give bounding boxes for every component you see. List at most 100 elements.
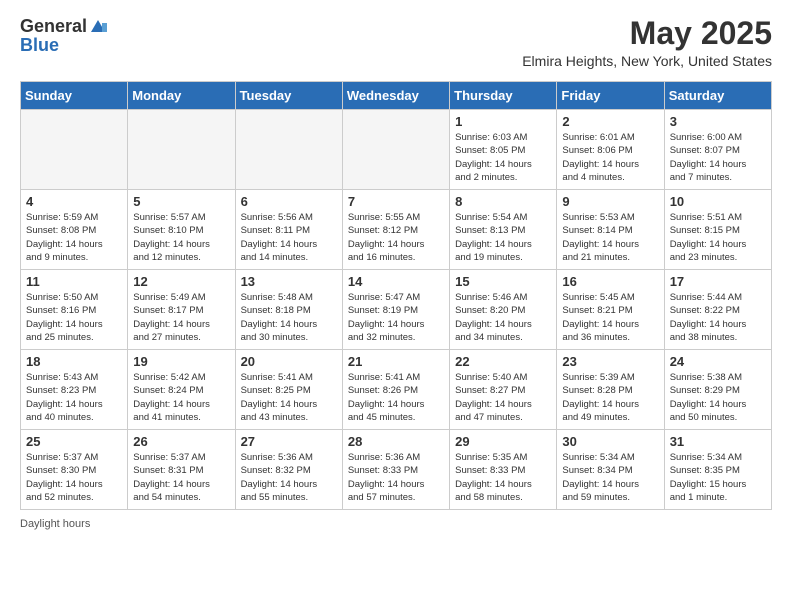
day-info: Sunrise: 5:54 AM Sunset: 8:13 PM Dayligh… xyxy=(455,211,551,264)
logo: General Blue xyxy=(20,16,107,56)
calendar-day-cell: 15Sunrise: 5:46 AM Sunset: 8:20 PM Dayli… xyxy=(450,270,557,350)
day-info: Sunrise: 6:01 AM Sunset: 8:06 PM Dayligh… xyxy=(562,131,658,184)
calendar-day-cell: 16Sunrise: 5:45 AM Sunset: 8:21 PM Dayli… xyxy=(557,270,664,350)
day-number: 1 xyxy=(455,114,551,129)
calendar-day-cell xyxy=(21,110,128,190)
day-info: Sunrise: 5:36 AM Sunset: 8:33 PM Dayligh… xyxy=(348,451,444,504)
day-number: 27 xyxy=(241,434,337,449)
calendar-day-cell: 14 Sunrise: 5:47 AM Sunset: 8:19 PM Dayli… xyxy=(342,270,449,350)
day-number: 25 xyxy=(26,434,122,449)
day-number: 22 xyxy=(455,354,551,369)
page: General Blue May 2025 Elmira Heights, Ne… xyxy=(0,0,792,612)
day-info: Sunrise: 5:49 AM Sunset: 8:17 PM Dayligh… xyxy=(133,291,229,344)
day-number: 12 xyxy=(133,274,229,289)
day-number: 5 xyxy=(133,194,229,209)
day-info: Sunrise: 5:57 AM Sunset: 8:10 PM Dayligh… xyxy=(133,211,229,264)
day-info: Sunrise: 5:37 AM Sunset: 8:30 PM Dayligh… xyxy=(26,451,122,504)
day-number: 17 xyxy=(670,274,766,289)
day-info: Sunrise: 5:40 AM Sunset: 8:27 PM Dayligh… xyxy=(455,371,551,424)
calendar-day-cell: 23Sunrise: 5:39 AM Sunset: 8:28 PM Dayli… xyxy=(557,350,664,430)
day-number: 26 xyxy=(133,434,229,449)
calendar-day-cell: 4 Sunrise: 5:59 AM Sunset: 8:08 PM Daylig… xyxy=(21,190,128,270)
calendar-day-cell: 27Sunrise: 5:36 AM Sunset: 8:32 PM Dayli… xyxy=(235,430,342,510)
calendar-day-header: Thursday xyxy=(450,82,557,110)
footer: Daylight hours xyxy=(20,518,772,530)
day-number: 29 xyxy=(455,434,551,449)
calendar-day-cell: 26Sunrise: 5:37 AM Sunset: 8:31 PM Dayli… xyxy=(128,430,235,510)
day-info: Sunrise: 5:50 AM Sunset: 8:16 PM Dayligh… xyxy=(26,291,122,344)
day-number: 24 xyxy=(670,354,766,369)
day-number: 28 xyxy=(348,434,444,449)
calendar-day-cell: 8 Sunrise: 5:54 AM Sunset: 8:13 PM Daylig… xyxy=(450,190,557,270)
calendar-day-cell: 29Sunrise: 5:35 AM Sunset: 8:33 PM Dayli… xyxy=(450,430,557,510)
calendar-day-cell: 9 Sunrise: 5:53 AM Sunset: 8:14 PM Daylig… xyxy=(557,190,664,270)
calendar-day-cell: 20 Sunrise: 5:41 AM Sunset: 8:25 PM Dayli… xyxy=(235,350,342,430)
calendar-week-row: 25 Sunrise: 5:37 AM Sunset: 8:30 PM Dayli… xyxy=(21,430,772,510)
calendar-day-cell: 11 Sunrise: 5:50 AM Sunset: 8:16 PM Dayli… xyxy=(21,270,128,350)
calendar-day-cell xyxy=(128,110,235,190)
day-number: 7 xyxy=(348,194,444,209)
day-info: Sunrise: 5:34 AM Sunset: 8:35 PM Dayligh… xyxy=(670,451,766,504)
day-info: Sunrise: 5:43 AM Sunset: 8:23 PM Dayligh… xyxy=(26,371,122,424)
calendar-week-row: 4 Sunrise: 5:59 AM Sunset: 8:08 PM Daylig… xyxy=(21,190,772,270)
calendar-day-cell: 18 Sunrise: 5:43 AM Sunset: 8:23 PM Dayli… xyxy=(21,350,128,430)
day-number: 23 xyxy=(562,354,658,369)
day-number: 9 xyxy=(562,194,658,209)
calendar-day-cell: 1 Sunrise: 6:03 AM Sunset: 8:05 PM Daylig… xyxy=(450,110,557,190)
month-year: May 2025 xyxy=(522,16,772,51)
calendar-day-cell: 2 Sunrise: 6:01 AM Sunset: 8:06 PM Daylig… xyxy=(557,110,664,190)
day-info: Sunrise: 5:56 AM Sunset: 8:11 PM Dayligh… xyxy=(241,211,337,264)
logo-blue-text: Blue xyxy=(20,35,59,56)
day-number: 3 xyxy=(670,114,766,129)
day-info: Sunrise: 5:41 AM Sunset: 8:25 PM Dayligh… xyxy=(241,371,337,424)
day-info: Sunrise: 5:48 AM Sunset: 8:18 PM Dayligh… xyxy=(241,291,337,344)
day-info: Sunrise: 6:00 AM Sunset: 8:07 PM Dayligh… xyxy=(670,131,766,184)
logo-general-text: General xyxy=(20,16,87,37)
day-number: 20 xyxy=(241,354,337,369)
calendar-day-cell: 24Sunrise: 5:38 AM Sunset: 8:29 PM Dayli… xyxy=(664,350,771,430)
daylight-hours-label: Daylight hours xyxy=(20,518,90,530)
calendar-week-row: 18 Sunrise: 5:43 AM Sunset: 8:23 PM Dayli… xyxy=(21,350,772,430)
day-info: Sunrise: 5:51 AM Sunset: 8:15 PM Dayligh… xyxy=(670,211,766,264)
calendar-day-cell: 21Sunrise: 5:41 AM Sunset: 8:26 PM Dayli… xyxy=(342,350,449,430)
day-number: 14 xyxy=(348,274,444,289)
calendar-day-cell xyxy=(235,110,342,190)
day-number: 2 xyxy=(562,114,658,129)
logo-icon xyxy=(89,18,107,36)
day-info: Sunrise: 6:03 AM Sunset: 8:05 PM Dayligh… xyxy=(455,131,551,184)
day-number: 11 xyxy=(26,274,122,289)
day-info: Sunrise: 5:47 AM Sunset: 8:19 PM Dayligh… xyxy=(348,291,444,344)
day-number: 19 xyxy=(133,354,229,369)
calendar-day-cell: 17Sunrise: 5:44 AM Sunset: 8:22 PM Dayli… xyxy=(664,270,771,350)
day-info: Sunrise: 5:41 AM Sunset: 8:26 PM Dayligh… xyxy=(348,371,444,424)
calendar-day-cell: 31Sunrise: 5:34 AM Sunset: 8:35 PM Dayli… xyxy=(664,430,771,510)
calendar-day-cell: 28 Sunrise: 5:36 AM Sunset: 8:33 PM Dayli… xyxy=(342,430,449,510)
day-info: Sunrise: 5:55 AM Sunset: 8:12 PM Dayligh… xyxy=(348,211,444,264)
day-number: 4 xyxy=(26,194,122,209)
day-info: Sunrise: 5:59 AM Sunset: 8:08 PM Dayligh… xyxy=(26,211,122,264)
day-number: 8 xyxy=(455,194,551,209)
title-block: May 2025 Elmira Heights, New York, Unite… xyxy=(522,16,772,69)
day-number: 10 xyxy=(670,194,766,209)
header: General Blue May 2025 Elmira Heights, Ne… xyxy=(20,16,772,69)
calendar-day-cell: 19Sunrise: 5:42 AM Sunset: 8:24 PM Dayli… xyxy=(128,350,235,430)
calendar-day-cell: 30 Sunrise: 5:34 AM Sunset: 8:34 PM Dayli… xyxy=(557,430,664,510)
calendar-day-cell: 13Sunrise: 5:48 AM Sunset: 8:18 PM Dayli… xyxy=(235,270,342,350)
calendar-day-cell: 5 Sunrise: 5:57 AM Sunset: 8:10 PM Daylig… xyxy=(128,190,235,270)
location: Elmira Heights, New York, United States xyxy=(522,53,772,69)
day-number: 18 xyxy=(26,354,122,369)
day-info: Sunrise: 5:45 AM Sunset: 8:21 PM Dayligh… xyxy=(562,291,658,344)
calendar-day-header: Tuesday xyxy=(235,82,342,110)
calendar-day-cell: 3 Sunrise: 6:00 AM Sunset: 8:07 PM Daylig… xyxy=(664,110,771,190)
day-number: 15 xyxy=(455,274,551,289)
day-number: 30 xyxy=(562,434,658,449)
calendar-week-row: 11 Sunrise: 5:50 AM Sunset: 8:16 PM Dayli… xyxy=(21,270,772,350)
day-number: 6 xyxy=(241,194,337,209)
calendar-day-cell: 12 Sunrise: 5:49 AM Sunset: 8:17 PM Dayli… xyxy=(128,270,235,350)
calendar-day-header: Wednesday xyxy=(342,82,449,110)
day-info: Sunrise: 5:34 AM Sunset: 8:34 PM Dayligh… xyxy=(562,451,658,504)
calendar-day-header: Sunday xyxy=(21,82,128,110)
day-info: Sunrise: 5:53 AM Sunset: 8:14 PM Dayligh… xyxy=(562,211,658,264)
calendar-day-header: Saturday xyxy=(664,82,771,110)
calendar-day-cell: 7 Sunrise: 5:55 AM Sunset: 8:12 PM Daylig… xyxy=(342,190,449,270)
